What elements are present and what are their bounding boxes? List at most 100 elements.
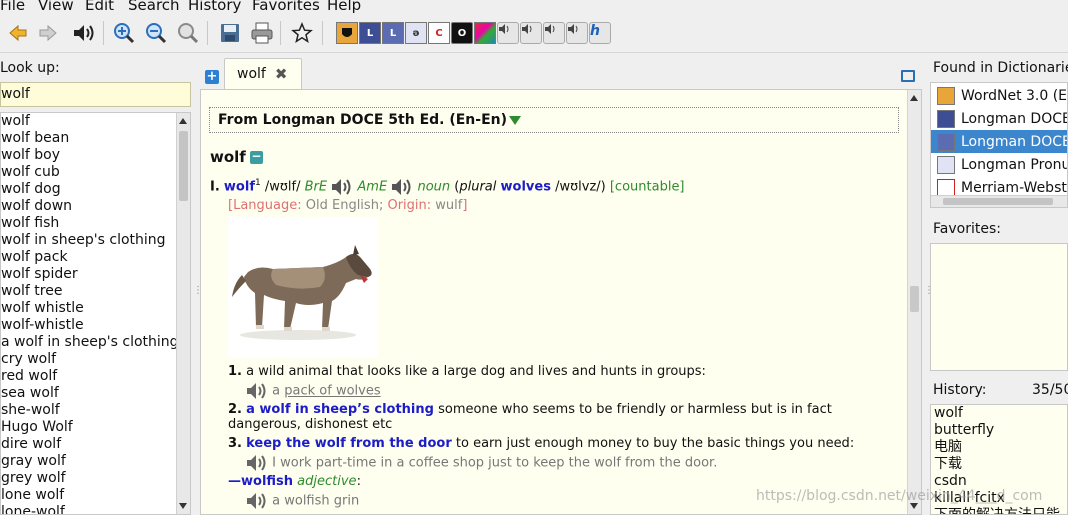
- word-list-item[interactable]: wolf fish: [1, 215, 190, 232]
- forward-icon[interactable]: [34, 19, 62, 47]
- sense-text-cont: dangerous, dishonest etc: [228, 417, 393, 432]
- zoom-in-icon[interactable]: [110, 19, 138, 47]
- sense-text: a wild animal that looks like a large do…: [246, 364, 706, 379]
- history-item[interactable]: butterfly: [931, 422, 1067, 439]
- word-list-item[interactable]: red wolf: [1, 368, 190, 385]
- save-icon[interactable]: [216, 19, 244, 47]
- favorites-box[interactable]: [930, 243, 1068, 371]
- word-list-item[interactable]: wolf down: [1, 198, 190, 215]
- sense-3: 3. keep the wolf from the door to earn j…: [228, 436, 868, 451]
- word-list-item[interactable]: a wolf in sheep's clothing: [1, 334, 190, 351]
- word-list-item[interactable]: sea wolf: [1, 385, 190, 402]
- word-list-item[interactable]: wolf in sheep's clothing: [1, 232, 190, 249]
- collapse-dict-icon[interactable]: [509, 115, 522, 125]
- back-icon[interactable]: [4, 19, 32, 47]
- pronounce-icon[interactable]: [70, 19, 98, 47]
- tab-label: wolf: [237, 66, 266, 82]
- example-1-prefix: a: [272, 383, 281, 399]
- scroll-up-icon[interactable]: [179, 118, 187, 124]
- lookup-input[interactable]: wolf: [0, 82, 191, 107]
- word-list-item[interactable]: wolf-whistle: [1, 317, 190, 334]
- sense-number: 3.: [228, 436, 242, 451]
- ame-label: AmE: [357, 179, 388, 195]
- history-count: 35/50: [1032, 382, 1068, 398]
- entry-word: wolf: [223, 179, 255, 195]
- word-list-item[interactable]: wolf cub: [1, 164, 190, 181]
- word-list-item[interactable]: wolf whistle: [1, 300, 190, 317]
- speaker-ame-icon[interactable]: [391, 178, 413, 196]
- found-item-longman-pron[interactable]: Longman Pronu: [931, 153, 1067, 176]
- word-list-item[interactable]: wolf tree: [1, 283, 190, 300]
- history-item[interactable]: 下载: [931, 456, 1067, 473]
- collapse-headword-button[interactable]: −: [249, 150, 263, 164]
- add-favorite-icon[interactable]: [288, 19, 316, 47]
- tab-wolf[interactable]: wolf ✖: [224, 58, 302, 89]
- found-item-longman-doce-selected[interactable]: Longman DOCE: [931, 130, 1067, 153]
- menu-file[interactable]: File: [0, 0, 25, 14]
- derived-word: —wolfish: [228, 474, 294, 489]
- menu-search[interactable]: Search: [128, 0, 180, 14]
- menu-edit[interactable]: Edit: [85, 0, 114, 14]
- headword-text: wolf: [210, 148, 246, 166]
- word-list-item[interactable]: she-wolf: [1, 402, 190, 419]
- history-label: History:: [933, 382, 987, 398]
- sense-number: 1.: [228, 364, 242, 379]
- found-item-label: Merriam-Webste: [961, 179, 1068, 196]
- origin-label: Origin:: [387, 198, 432, 213]
- speaker-bre-icon[interactable]: [331, 178, 353, 196]
- menu-help[interactable]: Help: [327, 0, 361, 14]
- origin-value: wulf: [435, 198, 463, 213]
- dictionary-header[interactable]: From Longman DOCE 5th Ed. (En-En): [209, 107, 899, 133]
- scroll-up-icon[interactable]: [910, 95, 918, 101]
- scroll-thumb[interactable]: [179, 131, 188, 201]
- sense-text: to earn just enough money to buy the bas…: [455, 436, 855, 451]
- longman-icon: [937, 132, 955, 151]
- found-item-wordnet[interactable]: WordNet 3.0 (En: [931, 84, 1067, 107]
- found-in-dictionaries-label: Found in Dictionaries:: [933, 60, 1068, 76]
- zoom-out-icon[interactable]: [142, 19, 170, 47]
- origin-lang-value: Old English: [305, 198, 379, 213]
- sense-phrase[interactable]: keep the wolf from the door: [246, 436, 452, 451]
- help-dict-icon[interactable]: h: [586, 19, 614, 47]
- menu-history[interactable]: History: [188, 0, 241, 14]
- scroll-thumb[interactable]: [910, 286, 919, 312]
- word-list-item[interactable]: dire wolf: [1, 436, 190, 453]
- scroll-down-icon[interactable]: [179, 503, 187, 509]
- word-list-item[interactable]: grey wolf: [1, 470, 190, 487]
- word-list-item[interactable]: Hugo Wolf: [1, 419, 190, 436]
- word-list-scrollbar[interactable]: [176, 113, 190, 514]
- menu-view[interactable]: View: [38, 0, 74, 14]
- found-item-longman-doce[interactable]: Longman DOCE: [931, 107, 1067, 130]
- word-list-item[interactable]: cry wolf: [1, 351, 190, 368]
- word-list-item[interactable]: lone-wolf: [1, 504, 190, 514]
- zoom-reset-icon[interactable]: [174, 19, 202, 47]
- close-tab-icon[interactable]: ✖: [275, 65, 288, 83]
- speaker-example-4-icon[interactable]: [246, 492, 268, 510]
- history-item[interactable]: 电脑: [931, 439, 1067, 456]
- word-list-item[interactable]: wolf bean: [1, 130, 190, 147]
- derived-colon: :: [356, 474, 361, 489]
- word-list-item[interactable]: wolf: [1, 113, 190, 130]
- derived-form: —wolfish adjective:: [228, 474, 361, 489]
- speaker-example-1-icon[interactable]: [246, 382, 268, 400]
- word-list-item[interactable]: wolf pack: [1, 249, 190, 266]
- print-icon[interactable]: [248, 19, 276, 47]
- found-list-hscrollbar[interactable]: [931, 195, 1067, 207]
- word-list[interactable]: wolf wolf bean wolf boy wolf cub wolf dog wol…: [0, 112, 191, 515]
- word-list-item[interactable]: gray wolf: [1, 453, 190, 470]
- new-tab-button[interactable]: +: [205, 70, 219, 84]
- found-in-dictionaries-list[interactable]: WordNet 3.0 (En Longman DOCE Longman DOC…: [930, 82, 1068, 208]
- word-list-item[interactable]: lone wolf: [1, 487, 190, 504]
- menu-favorites[interactable]: Favorites: [252, 0, 320, 14]
- word-list-item[interactable]: wolf spider: [1, 266, 190, 283]
- word-list-item[interactable]: wolf dog: [1, 181, 190, 198]
- history-item[interactable]: wolf: [931, 405, 1067, 422]
- speaker-example-3-icon[interactable]: [246, 454, 268, 472]
- word-list-item[interactable]: wolf boy: [1, 147, 190, 164]
- countable-label: [countable]: [609, 179, 685, 195]
- history-item[interactable]: 下面的解决方法只能: [931, 507, 1067, 514]
- article-scrollbar[interactable]: [907, 90, 921, 514]
- sense-phrase[interactable]: a wolf in sheep’s clothing: [246, 402, 434, 417]
- example-1-link[interactable]: pack of wolves: [284, 384, 380, 399]
- tabs-menu-icon[interactable]: [901, 70, 915, 82]
